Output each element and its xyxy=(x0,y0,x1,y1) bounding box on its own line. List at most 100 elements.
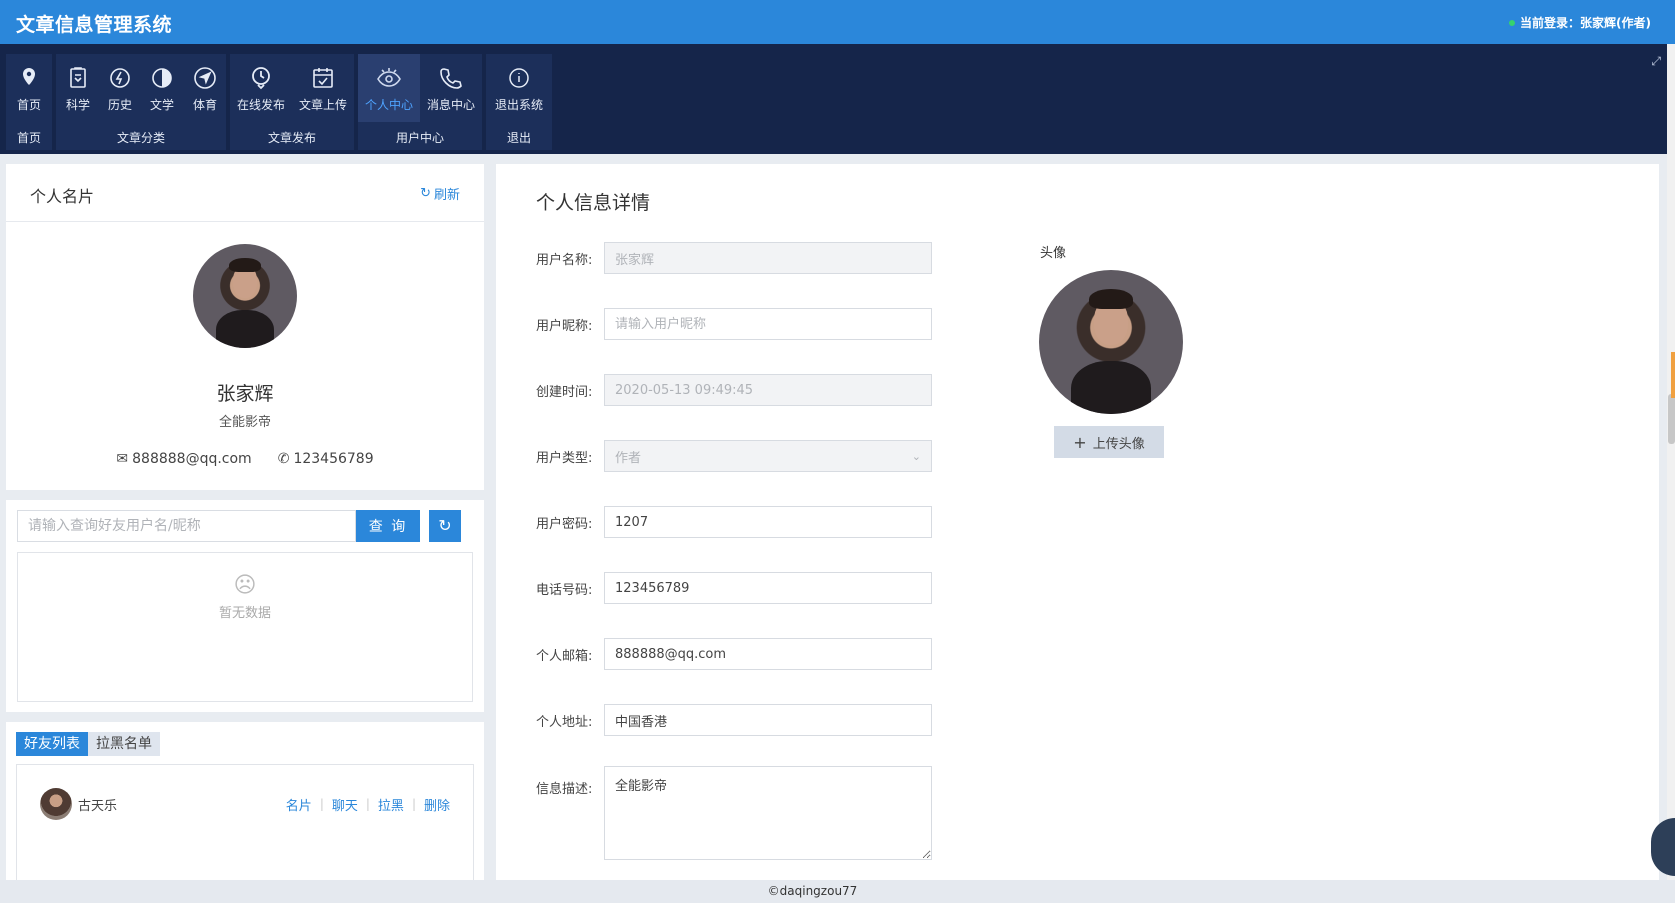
navigation-icon xyxy=(191,64,219,92)
friend-actions: 名片 | 聊天 | 拉黑 | 删除 xyxy=(286,795,450,814)
profile-motto: 全能影帝 xyxy=(218,415,271,430)
profile-name: 张家辉 xyxy=(216,383,274,405)
clock-pin-icon xyxy=(247,64,275,92)
detail-panel: 个人信息详情 用户名称: 用户昵称: 创建时间: 用户类型: 作者 ⌄ 用户密码… xyxy=(496,164,1659,880)
plus-icon: + xyxy=(1073,432,1087,452)
footer: ©daqingzou77 xyxy=(0,880,1675,903)
ribbon-button-science[interactable]: 科学 xyxy=(56,54,100,122)
page-scrollbar[interactable] xyxy=(1667,44,1675,880)
refresh-button[interactable]: ↻ 刷新 xyxy=(420,184,460,203)
ribbon-button-message-center[interactable]: 消息中心 xyxy=(420,54,482,122)
profile-card-header: 个人名片 ↻ 刷新 xyxy=(6,164,484,222)
phone-icon xyxy=(437,64,465,92)
field-description: 信息描述: 全能影帝 xyxy=(536,766,932,860)
tab-blacklist[interactable]: 拉黑名单 xyxy=(88,732,160,756)
contact-email: ✉ 888888@qq.com xyxy=(116,451,252,467)
field-created: 创建时间: xyxy=(536,374,932,406)
created-time-input[interactable] xyxy=(604,374,932,406)
friend-card-link[interactable]: 名片 xyxy=(286,795,312,814)
eye-icon xyxy=(375,64,403,92)
field-phone: 电话号码: xyxy=(536,572,932,604)
ribbon-group-label: 退出 xyxy=(506,131,531,145)
online-status-icon xyxy=(1509,19,1516,26)
app-title: 文章信息管理系统 xyxy=(16,14,173,36)
ribbon-group-label: 文章分类 xyxy=(116,131,165,145)
ribbon-button-literature[interactable]: 文学 xyxy=(140,54,184,122)
friends-panel: 好友列表 拉黑名单 古天乐 名片 | 聊天 | 拉黑 | 删除 xyxy=(6,722,484,884)
friend-chat-link[interactable]: 聊天 xyxy=(332,795,358,814)
search-result-box: ☹ 暂无数据 xyxy=(17,552,473,702)
usertype-select[interactable]: 作者 ⌄ xyxy=(604,440,932,472)
scrollbar-thumb[interactable] xyxy=(1668,394,1675,444)
chevron-down-icon: ⌄ xyxy=(911,449,921,463)
profile-avatar xyxy=(193,244,297,348)
ribbon-group-label: 用户中心 xyxy=(395,131,444,145)
avatar-label: 头像 xyxy=(1040,246,1067,261)
login-user-text: 当前登录：张家辉(作者) xyxy=(1520,16,1651,30)
address-input[interactable] xyxy=(604,704,932,736)
ribbon-group-user-center: 个人中心 消息中心 用户中心 xyxy=(358,54,482,150)
bolt-icon xyxy=(106,64,134,92)
clipboard-icon xyxy=(64,64,92,92)
field-email: 个人邮箱: xyxy=(536,638,932,670)
ribbon-group-label: 文章发布 xyxy=(267,131,316,145)
username-input[interactable] xyxy=(604,242,932,274)
friend-name: 古天乐 xyxy=(78,798,118,814)
ribbon-button-home[interactable]: 首页 xyxy=(6,54,52,122)
field-username: 用户名称: xyxy=(536,242,932,274)
pie-chart-icon xyxy=(148,64,176,92)
location-pin-icon xyxy=(15,64,43,92)
profile-card: 个人名片 ↻ 刷新 张家辉 全能影帝 ✉ 888888@qq.com ✆ 123… xyxy=(6,164,484,490)
ribbon-group-exit: 退出系统 退出 xyxy=(486,54,552,150)
profile-card-title: 个人名片 xyxy=(30,187,95,206)
field-password: 用户密码: xyxy=(536,506,932,538)
detail-title: 个人信息详情 xyxy=(536,192,651,214)
ribbon-button-article-upload[interactable]: 文章上传 xyxy=(292,54,354,122)
tab-friend-list[interactable]: 好友列表 xyxy=(16,732,88,756)
friends-tabs: 好友列表 拉黑名单 xyxy=(16,732,160,756)
expand-icon[interactable]: ⤢ xyxy=(1651,54,1661,69)
ribbon-toolbar: 首页 首页 科学 历史 文学 体育 文章分类 在线发布 文章上传 文章发布 个人… xyxy=(0,44,1675,154)
refresh-icon: ↻ xyxy=(420,186,431,201)
reset-search-button[interactable]: ↻ xyxy=(429,510,461,542)
field-nickname: 用户昵称: xyxy=(536,308,932,340)
field-usertype: 用户类型: 作者 ⌄ xyxy=(536,440,932,472)
mail-icon: ✉ xyxy=(116,451,129,467)
login-info: 当前登录：张家辉(作者) xyxy=(1509,14,1651,31)
calendar-check-icon xyxy=(309,64,337,92)
ribbon-button-history[interactable]: 历史 xyxy=(100,54,140,122)
friend-search-input[interactable] xyxy=(17,510,356,542)
top-bar: 文章信息管理系统 当前登录：张家辉(作者) xyxy=(0,0,1675,44)
friend-search-panel: 查 询 ↻ ☹ 暂无数据 xyxy=(6,500,484,712)
list-item: 古天乐 名片 | 聊天 | 拉黑 | 删除 xyxy=(40,787,450,821)
ribbon-button-sports[interactable]: 体育 xyxy=(184,54,226,122)
ribbon-group-label: 首页 xyxy=(16,131,41,145)
empty-state: ☹ 暂无数据 xyxy=(18,573,472,621)
ribbon-button-online-publish[interactable]: 在线发布 xyxy=(230,54,292,122)
contact-phone: ✆ 123456789 xyxy=(277,451,374,467)
email-input[interactable] xyxy=(604,638,932,670)
phone-input[interactable] xyxy=(604,572,932,604)
friend-list-box: 古天乐 名片 | 聊天 | 拉黑 | 删除 xyxy=(16,764,474,884)
friend-delete-link[interactable]: 删除 xyxy=(424,795,450,814)
contact-row: ✉ 888888@qq.com ✆ 123456789 xyxy=(6,451,484,467)
side-indicator xyxy=(1671,352,1675,398)
ribbon-group-category: 科学 历史 文学 体育 文章分类 xyxy=(56,54,226,150)
ribbon-group-home: 首页 首页 xyxy=(6,54,52,150)
search-button[interactable]: 查 询 xyxy=(356,510,420,542)
ribbon-group-publish: 在线发布 文章上传 文章发布 xyxy=(230,54,354,150)
empty-face-icon: ☹ xyxy=(233,573,257,598)
description-textarea[interactable]: 全能影帝 xyxy=(604,766,932,860)
friend-block-link[interactable]: 拉黑 xyxy=(378,795,404,814)
detail-avatar xyxy=(1039,270,1183,414)
ribbon-button-logout[interactable]: 退出系统 xyxy=(486,54,552,122)
upload-avatar-button[interactable]: + 上传头像 xyxy=(1054,426,1164,458)
password-input[interactable] xyxy=(604,506,932,538)
info-icon xyxy=(505,64,533,92)
phone-icon: ✆ xyxy=(277,451,290,467)
ribbon-button-personal-center[interactable]: 个人中心 xyxy=(358,54,420,122)
refresh-icon: ↻ xyxy=(438,518,452,535)
field-address: 个人地址: xyxy=(536,704,932,736)
avatar xyxy=(40,788,72,820)
nickname-input[interactable] xyxy=(604,308,932,340)
